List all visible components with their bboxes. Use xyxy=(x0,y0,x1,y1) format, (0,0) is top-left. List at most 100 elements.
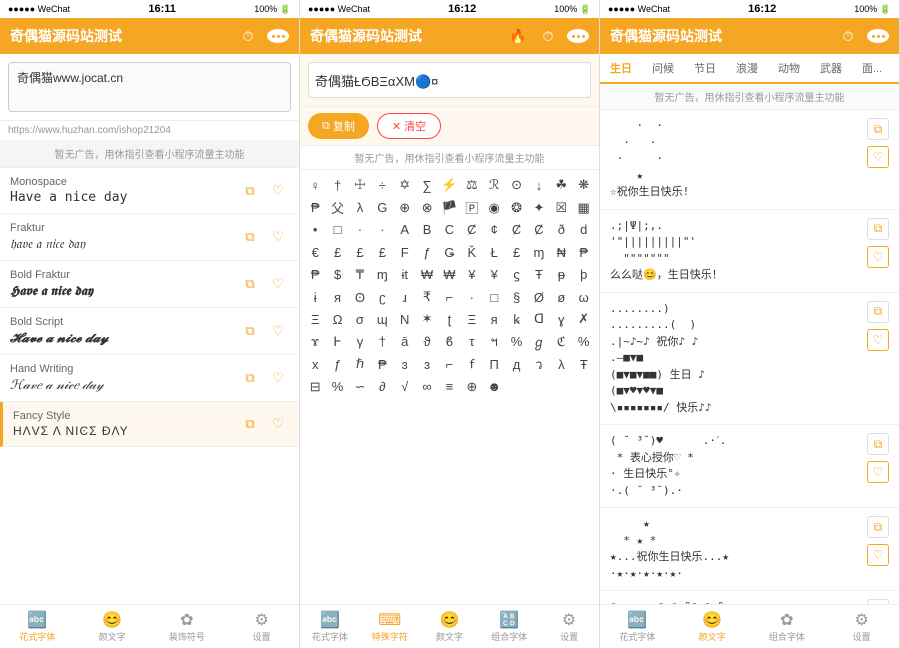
symbol-cell[interactable]: ∽ xyxy=(349,375,371,397)
symbol-cell[interactable]: † xyxy=(371,331,393,353)
cat-tab-birthday[interactable]: 生日 xyxy=(600,54,642,84)
symbol-cell[interactable]: ø xyxy=(550,286,572,308)
symbol-cell[interactable]: √ xyxy=(394,375,416,397)
more-options-button-3[interactable] xyxy=(867,29,889,43)
symbol-cell[interactable]: d xyxy=(573,219,595,241)
symbol-cell[interactable]: ᴙ xyxy=(483,308,505,330)
copy-fancy-style-button[interactable]: ⧉ xyxy=(239,413,261,435)
symbol-cell[interactable]: 父 xyxy=(326,196,348,218)
fav-fraktur-button[interactable]: ♡ xyxy=(267,226,289,248)
symbol-cell[interactable]: 🄿 xyxy=(461,196,483,218)
symbol-cell[interactable]: ϸ xyxy=(573,264,595,286)
tab-decorations-1[interactable]: ✿ 装饰符号 xyxy=(150,609,225,646)
symbol-cell[interactable]: ☻ xyxy=(483,375,505,397)
symbol-cell[interactable]: § xyxy=(505,286,527,308)
symbol-cell[interactable]: ϛ xyxy=(505,264,527,286)
symbol-cell[interactable]: ʈ xyxy=(438,308,460,330)
symbol-cell[interactable]: ❋ xyxy=(573,174,595,196)
clear-button[interactable]: ✕ 清空 xyxy=(377,113,441,139)
symbol-cell[interactable]: Ξ xyxy=(304,308,326,330)
symbol-cell[interactable]: ϐ xyxy=(438,331,460,353)
symbol-cell[interactable]: ᗡ xyxy=(528,308,550,330)
symbol-cell[interactable]: ₩ xyxy=(438,264,460,286)
fav-bold-fraktur-button[interactable]: ♡ xyxy=(267,273,289,295)
symbol-cell[interactable]: £ xyxy=(349,241,371,263)
symbol-cell[interactable]: ▦ xyxy=(573,196,595,218)
symbol-cell[interactable]: 🏴 xyxy=(438,196,460,218)
symbol-cell[interactable]: ♀ xyxy=(304,174,326,196)
symbol-cell[interactable]: Ξ xyxy=(461,308,483,330)
symbol-cell[interactable]: ʗ xyxy=(371,286,393,308)
symbol-cell[interactable]: д xyxy=(505,353,527,375)
symbol-cell[interactable]: ᴙ xyxy=(326,286,348,308)
clock-icon-3[interactable]: ⏱ xyxy=(837,25,859,47)
symbol-cell[interactable]: ¥ xyxy=(483,264,505,286)
symbol-cell[interactable]: ₩ xyxy=(416,264,438,286)
symbol-cell[interactable]: ⊕ xyxy=(394,196,416,218)
symbol-cell[interactable]: ƒ xyxy=(326,353,348,375)
symbol-cell[interactable]: ✦ xyxy=(528,196,550,218)
font-item-fraktur[interactable]: Fraktur 𝔥𝔞𝔳𝔢 𝔞 𝔫𝔦𝔠𝔢 𝔡𝔞𝔶 ⧉ ♡ xyxy=(0,214,299,261)
symbol-cell[interactable]: ꝃ xyxy=(505,308,527,330)
symbol-cell[interactable]: % xyxy=(505,331,527,353)
symbol-cell[interactable]: ꬵ xyxy=(461,353,483,375)
copy-art-1-button[interactable]: ⧉ xyxy=(867,118,889,140)
symbol-cell[interactable]: ☒ xyxy=(550,196,572,218)
symbol-cell[interactable]: Ͱ xyxy=(326,331,348,353)
copy-button[interactable]: ⧉ 复制 xyxy=(308,113,369,139)
tab-settings-3[interactable]: ⚙ 设置 xyxy=(824,609,899,646)
symbol-cell[interactable]: ⊕ xyxy=(461,375,483,397)
fav-monospace-button[interactable]: ♡ xyxy=(267,180,289,202)
symbol-cell[interactable]: Ȼ xyxy=(505,219,527,241)
symbol-cell[interactable]: ƒ xyxy=(416,241,438,263)
symbol-cell[interactable]: Π xyxy=(483,353,505,375)
text-input-1[interactable]: 奇偶猫www.jocat.cn xyxy=(8,62,291,112)
symbol-cell[interactable]: ⚖ xyxy=(461,174,483,196)
symbol-cell[interactable]: Ω xyxy=(326,308,348,330)
copy-bold-fraktur-button[interactable]: ⧉ xyxy=(239,273,261,295)
tab-emoji-art[interactable]: 😊 颜文字 xyxy=(420,609,480,646)
symbol-cell[interactable]: ℭ xyxy=(550,331,572,353)
symbol-cell[interactable]: ₱ xyxy=(573,241,595,263)
symbol-cell[interactable]: ❂ xyxy=(505,196,527,218)
font-item-monospace[interactable]: Monospace Have a nice day ⧉ ♡ xyxy=(0,168,299,214)
symbol-cell[interactable]: ɱ xyxy=(371,264,393,286)
cat-tab-food[interactable]: 面... xyxy=(852,54,892,82)
fav-fancy-style-button[interactable]: ♡ xyxy=(267,413,289,435)
symbol-cell[interactable]: λ xyxy=(550,353,572,375)
symbol-cell[interactable]: λ xyxy=(349,196,371,218)
symbol-cell[interactable]: ɱ xyxy=(528,241,550,263)
symbol-cell[interactable]: ◉ xyxy=(483,196,505,218)
symbol-cell[interactable]: ɜ xyxy=(416,353,438,375)
symbol-cell[interactable]: ɨ xyxy=(304,286,326,308)
symbol-cell[interactable]: ☩ xyxy=(349,174,371,196)
copy-art-5-button[interactable]: ⧉ xyxy=(867,516,889,538)
symbol-cell[interactable]: ɹ xyxy=(394,286,416,308)
symbol-cell[interactable]: · xyxy=(371,219,393,241)
symbol-cell[interactable]: Ν xyxy=(394,308,416,330)
symbol-cell[interactable]: ✶ xyxy=(416,308,438,330)
symbol-cell[interactable]: Ŧ xyxy=(573,353,595,375)
copy-art-4-button[interactable]: ⧉ xyxy=(867,433,889,455)
cat-tab-weapon[interactable]: 武器 xyxy=(810,54,852,82)
symbol-cell[interactable]: ɣ xyxy=(550,308,572,330)
fav-art-5-button[interactable]: ♡ xyxy=(867,544,889,566)
font-item-fancy-style[interactable]: Fancy Style ΗΛVΣ Λ ΝΙϾΣ ÐΛΥ ⧉ ♡ xyxy=(0,402,299,447)
copy-art-2-button[interactable]: ⧉ xyxy=(867,218,889,240)
symbol-cell[interactable]: ⌐ xyxy=(438,353,460,375)
symbol-cell[interactable]: % xyxy=(573,331,595,353)
symbol-cell[interactable]: □ xyxy=(326,219,348,241)
symbol-cell[interactable]: • xyxy=(304,219,326,241)
symbol-cell[interactable]: ₹ xyxy=(416,286,438,308)
cat-tab-greeting[interactable]: 问候 xyxy=(642,54,684,82)
tab-settings-1[interactable]: ⚙ 设置 xyxy=(224,609,299,646)
symbol-cell[interactable]: ✗ xyxy=(573,308,595,330)
tab-settings-2[interactable]: ⚙ 设置 xyxy=(539,609,599,646)
symbol-cell[interactable]: ⚡ xyxy=(438,174,460,196)
font-item-bold-script[interactable]: Bold Script 𝓗𝓪𝓿𝓮 𝓪 𝓷𝓲𝓬𝓮 𝓭𝓪𝔂 ⧉ ♡ xyxy=(0,308,299,355)
symbol-cell[interactable]: ð xyxy=(550,219,572,241)
symbol-cell[interactable]: ∂ xyxy=(371,375,393,397)
symbol-cell[interactable]: £ xyxy=(326,241,348,263)
more-options-button[interactable] xyxy=(267,29,289,43)
symbol-cell[interactable]: ɤ xyxy=(304,331,326,353)
